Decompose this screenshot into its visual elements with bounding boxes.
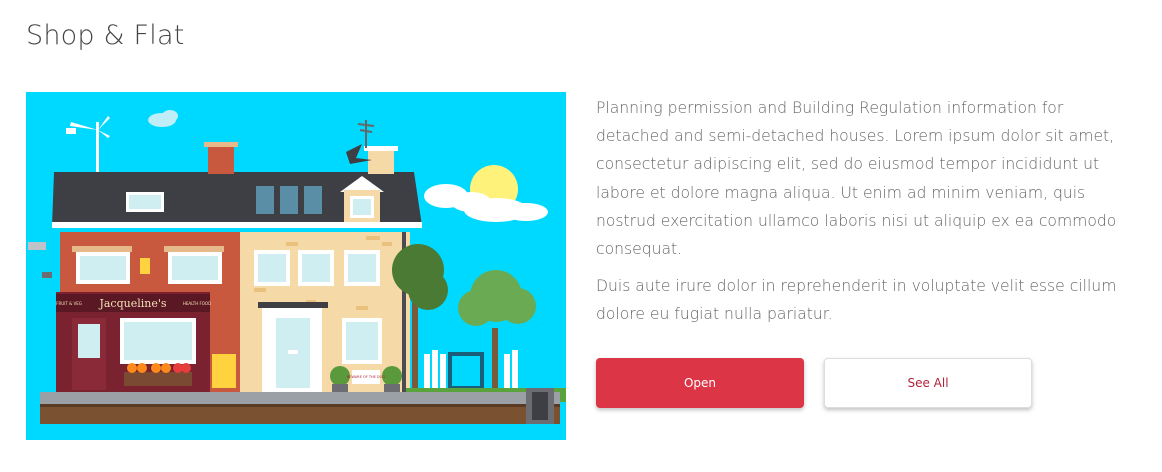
description-paragraph: Planning permission and Building Regulat…	[596, 99, 1117, 259]
shop-and-flat-illustration: Jacqueline's FRUIT & VEG HEALTH FOOD BEW…	[26, 92, 566, 440]
see-all-button[interactable]: See All	[824, 358, 1032, 408]
open-button[interactable]: Open	[596, 358, 804, 408]
shop-sign-left: FRUIT & VEG	[56, 301, 82, 306]
page-title: Shop & Flat	[26, 20, 185, 51]
cctv-camera-icon	[28, 242, 46, 250]
description: Planning permission and Building Regulat…	[596, 94, 1136, 338]
description-paragraph: Duis aute irure dolor in reprehenderit i…	[596, 277, 1117, 324]
shop-sign: Jacqueline's	[98, 297, 166, 310]
flat-sign: BEWARE OF THE DOG	[347, 375, 385, 379]
shop-sign-right: HEALTH FOOD	[183, 301, 211, 306]
